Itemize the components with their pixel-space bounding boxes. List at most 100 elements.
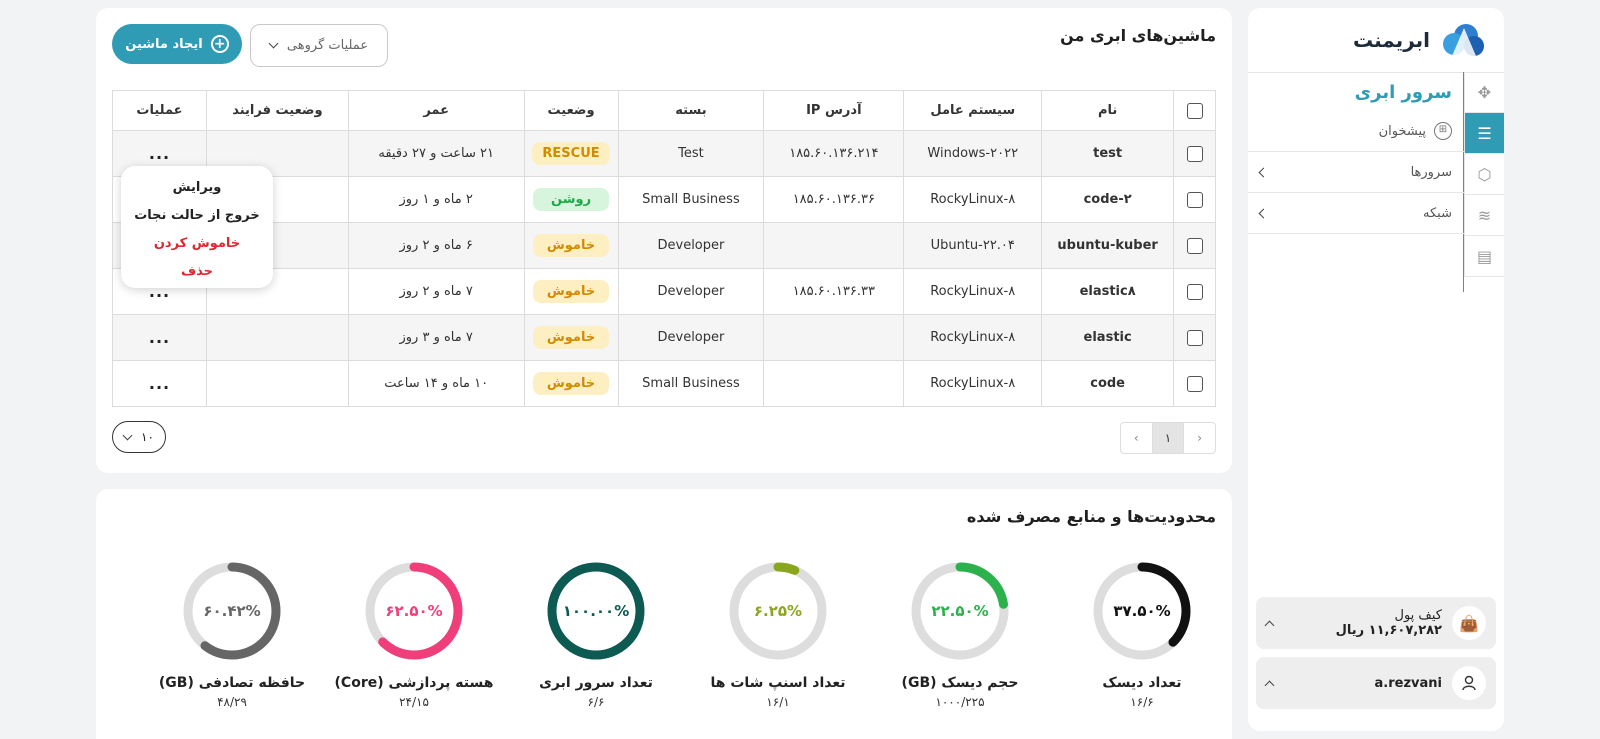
rail-storage-icon[interactable]: ▤ [1464,236,1504,277]
status-cell: RESCUE [523,130,619,177]
sidebar-item-dashboard[interactable]: ⊞ پیشخوان [1248,116,1464,146]
select-all-checkbox[interactable] [1186,102,1203,119]
resources-card: محدودیت‌ها و منابع مصرف شده ۳۷.۵۰% تعداد … [96,489,1232,739]
row-select-cell [1173,130,1216,177]
machine-name-link[interactable]: elastic [1041,314,1175,361]
machine-name-link[interactable]: code-۲ [1041,176,1175,223]
status-cell: روشن [523,176,619,223]
machines-table: نام سیستم عامل آدرس IP بسته وضعیت عمر وض… [112,90,1216,407]
table-row: elastic۸ RockyLinux-۸ ۱۸۵.۶۰.۱۳۶.۳۳ Develop… [112,268,1216,315]
sidebar-item-label: سرورها [1410,164,1452,180]
status-badge: خاموش [533,326,610,349]
sidebar-item-label: شبکه [1423,205,1452,221]
sidebar-item-servers[interactable]: سرورها [1248,152,1464,192]
page-size-select[interactable]: ۱۰ [112,421,166,453]
menu-item-edit[interactable]: ویرایش [121,174,273,202]
column-header: عملیات [112,90,207,131]
row-select-cell [1173,222,1216,269]
machine-name-link[interactable]: elastic۸ [1041,268,1175,315]
age-cell: ۱۰ ماه و ۱۴ ساعت [347,360,525,407]
gauge-usage: ۱۰۰۰/۲۲۵ [935,695,985,709]
row-checkbox[interactable] [1186,191,1203,208]
brand-name: ابریمنت [1352,28,1430,52]
chevron-left-icon [1258,208,1269,218]
gauge-usage: ۲۴/۱۵ [399,695,429,709]
rail-layers-icon[interactable]: ≋ [1464,195,1504,236]
os-cell: Ubuntu-۲۲.۰۴ [903,222,1043,269]
pagination-prev-button[interactable]: ‹ [1121,423,1152,453]
package-cell: Small Business [617,176,765,223]
wallet-panel[interactable]: 👜 کیف پول ۱۱,۶۰۷,۲۸۲ ریال [1256,597,1496,649]
os-cell: RockyLinux-۸ [903,176,1043,223]
gauge-percent: ۱۰۰.۰۰% [563,602,630,620]
ip-cell: ۱۸۵.۶۰.۱۳۶.۳۶ [763,176,905,223]
pagination-current-page[interactable]: ۱ [1151,423,1185,453]
gauge-label: حجم دیسک (GB) [901,675,1019,691]
gauge-usage: ۱۶/۶ [1130,695,1154,709]
pagination-next-button[interactable]: › [1184,423,1215,453]
row-actions-button[interactable]: ... [149,144,170,163]
user-panel[interactable]: a.rezvani [1256,657,1496,709]
gauge-label: حافظه تصادفی (GB) [158,675,306,691]
table-row: ubuntu-kuber Ubuntu-۲۲.۰۴ Developer خاموش ۶ … [112,222,1216,269]
column-header: عمر [347,90,525,131]
operations-cell: ... [112,314,207,361]
gauge-usage: ۱۶/۱ [766,695,790,709]
menu-item-exit-rescue[interactable]: خروج از حالت نجات [121,202,273,230]
menu-item-delete[interactable]: حذف [121,258,273,286]
ip-cell: ۱۸۵.۶۰.۱۳۶.۲۱۴ [763,130,905,177]
machine-name-link[interactable]: test [1041,130,1175,177]
plus-icon: + [210,35,229,53]
row-checkbox[interactable] [1186,375,1203,392]
row-checkbox[interactable] [1186,145,1203,162]
column-header: سیستم عامل [903,90,1043,131]
create-machine-label: ایجاد ماشین [125,36,203,52]
wallet-icon: 👜 [1452,606,1486,640]
resource-gauge: ۶.۲۵% تعداد اسنپ شات ها ۱۶/۱ [688,559,868,709]
gauge-label: تعداد دیسک [1102,675,1182,691]
gauge-label: تعداد سرور ابری [539,675,653,691]
row-checkbox[interactable] [1186,283,1203,300]
gauge-ring: ۱۰۰.۰۰% [547,562,645,660]
age-cell: ۲۱ ساعت و ۲۷ دقیقه [347,130,525,177]
brand-logo[interactable]: ابریمنت [1353,22,1488,58]
machine-name-link[interactable]: ubuntu-kuber [1041,222,1175,269]
rail-hub-icon[interactable]: ✥ [1464,72,1504,113]
column-header: بسته [617,90,765,131]
ip-cell [763,222,905,269]
table-row: test Windows-۲۰۲۲ ۱۸۵.۶۰.۱۳۶.۲۱۴ Test RESCUE… [112,130,1216,177]
row-context-menu: ویرایش خروج از حالت نجات خاموش کردن حذف [121,166,273,288]
os-cell: RockyLinux-۸ [903,314,1043,361]
gauge-usage: ۴۸/۲۹ [217,695,247,709]
machine-name-link[interactable]: code [1041,360,1175,407]
group-operations-dropdown[interactable]: عملیات گروهی [250,24,388,67]
gauge-ring: ۶.۲۵% [729,562,827,660]
sidebar-item-label: پیشخوان [1378,123,1426,139]
row-select-cell [1173,314,1216,361]
row-checkbox[interactable] [1186,237,1203,254]
column-header: آدرس IP [763,90,905,131]
status-badge: خاموش [533,372,610,395]
table-row: code-۲ RockyLinux-۸ ۱۸۵.۶۰.۱۳۶.۳۶ Small Bus… [112,176,1216,223]
row-actions-button[interactable]: ... [149,328,170,347]
sidebar-item-network[interactable]: شبکه [1248,193,1464,233]
gauge-percent: ۶۲.۵۰% [385,602,442,620]
gauge-ring: ۶۰.۴۲% [183,562,281,660]
create-machine-button[interactable]: + ایجاد ماشین [112,24,242,64]
row-select-cell [1173,360,1216,407]
sidebar: ابریمنت ✥ ☰ ⬡ ≋ ▤ سرور ابری ⊞ پیشخوان سر… [1248,8,1504,731]
operations-cell: ... [112,360,207,407]
os-cell: Windows-۲۰۲۲ [903,130,1043,177]
rail-server-icon[interactable]: ☰ [1464,113,1504,154]
package-cell: Developer [617,222,765,269]
resources-title: محدودیت‌ها و منابع مصرف شده [966,507,1216,526]
row-select-cell [1173,268,1216,315]
status-cell: خاموش [523,268,619,315]
rail-box-icon[interactable]: ⬡ [1464,154,1504,195]
menu-item-power-off[interactable]: خاموش کردن [121,230,273,258]
row-checkbox[interactable] [1186,329,1203,346]
row-actions-button[interactable]: ... [149,374,170,393]
age-cell: ۷ ماه و ۳ روز [347,314,525,361]
wallet-info: کیف پول ۱۱,۶۰۷,۲۸۲ ریال [1273,608,1442,638]
ip-cell [763,360,905,407]
